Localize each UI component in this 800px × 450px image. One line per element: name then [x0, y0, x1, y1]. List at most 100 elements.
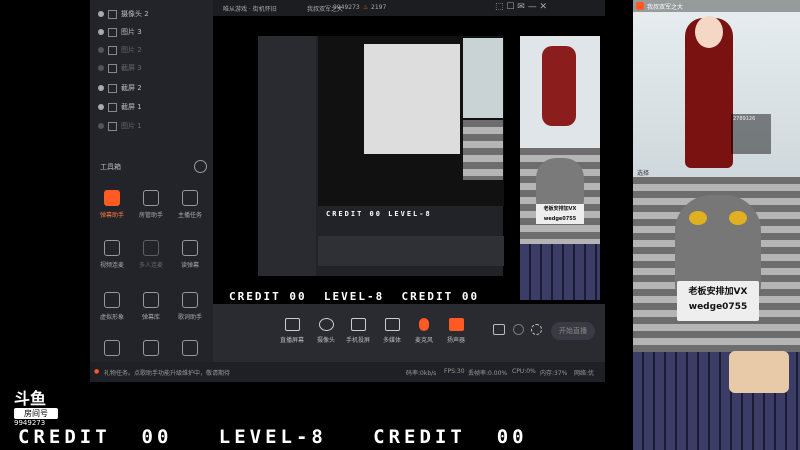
eye-icon[interactable]	[98, 29, 104, 35]
cat-sign-large: 老板安排加VX wedge0755	[677, 281, 759, 321]
microphone-button[interactable]: 麦克风	[407, 318, 441, 344]
game-credit-label: CREDIT	[18, 426, 111, 448]
eye-icon[interactable]	[98, 65, 104, 71]
cat-eye-left	[689, 211, 707, 225]
tv-icon	[143, 292, 159, 308]
camera-icon	[318, 318, 334, 331]
game-credit-label-2: CREDIT	[373, 426, 466, 448]
danmu-icon	[104, 190, 120, 206]
screenshot-icon	[108, 102, 117, 112]
stat-fps: FPS:30	[444, 368, 465, 375]
nested-capture: CREDIT 00 LEVEL-8	[258, 36, 504, 276]
notice-icon: ●	[94, 368, 100, 375]
preview-credit-label: CREDIT	[229, 290, 281, 303]
stat-bitrate: 码率:0kb/s	[406, 370, 437, 377]
cat-webcam: 老板安排加VX wedge0755	[633, 177, 800, 450]
cat-eye-right	[729, 211, 747, 225]
status-notice[interactable]: 礼物任务。点歌助手功能升级维护中，敬请期待	[104, 368, 230, 377]
phone-icon	[350, 318, 366, 331]
preview-keyboard-cam	[520, 244, 600, 300]
layer-item[interactable]: 图片 3	[98, 24, 142, 40]
eye-icon[interactable]	[98, 104, 104, 110]
phone-cast-button[interactable]: 手机投屏	[341, 318, 375, 344]
gear-icon[interactable]	[531, 324, 542, 335]
tool-lyrics[interactable]: 歌词助手	[172, 292, 208, 321]
eye-icon[interactable]	[98, 47, 104, 53]
more-icon[interactable]	[194, 160, 207, 173]
game-credit-value: 00	[141, 426, 173, 448]
sidebar: 摄像头 2 图片 3 图片 2 截屏 3 截屏 2 截屏 1 图片 1 工具箱 …	[90, 0, 213, 382]
nested-anime	[463, 38, 503, 118]
window-controls[interactable]: ⬚ ☐ ✉ — ✕	[495, 2, 547, 12]
layer-item[interactable]: 截屏 1	[98, 99, 142, 115]
tool-extra-1[interactable]	[94, 340, 130, 360]
monitor-icon	[284, 318, 300, 331]
eye-icon[interactable]	[98, 11, 104, 17]
nested-cat	[463, 120, 503, 180]
layer-item[interactable]: 截屏 2	[98, 80, 142, 96]
eye-icon[interactable]	[98, 85, 104, 91]
tool-video-link[interactable]: 视频连麦	[94, 240, 130, 269]
category-label[interactable]: 唯从游戏 · 街机怀旧	[223, 4, 277, 13]
nested-level-label: LEVEL-8	[388, 210, 432, 218]
download-icon	[143, 240, 159, 256]
heat-icon: ♨	[363, 4, 369, 11]
hand-image	[729, 351, 789, 393]
tool-tasks[interactable]: 主播任务	[172, 190, 208, 219]
layer-item[interactable]: 图片 1	[98, 118, 142, 134]
layer-item[interactable]: 摄像头 2	[98, 6, 149, 22]
user-icon	[143, 190, 159, 206]
tool-danmu-assistant[interactable]: 弹幕助手	[94, 190, 130, 219]
stat-memory: 内存:37%	[540, 370, 568, 377]
image-icon	[108, 45, 117, 55]
speaker-button[interactable]: 扬声器	[439, 318, 473, 344]
logo-room-label: 房间号	[14, 408, 58, 419]
media-button[interactable]: 多媒体	[375, 318, 409, 344]
layer-item[interactable]: 图片 2	[98, 42, 142, 58]
nested-bottombar	[318, 236, 504, 266]
tool-room-manager[interactable]: 房管助手	[133, 190, 169, 219]
tool-multi-link[interactable]: 多人连麦	[133, 240, 169, 269]
camera-icon	[108, 9, 117, 19]
sign-line-1: 老板安排加VX	[543, 206, 577, 212]
nested-credit-label: CREDIT	[326, 210, 364, 218]
mic-icon	[419, 318, 429, 331]
tool-avatar[interactable]: 虚拟形象	[94, 292, 130, 321]
preview-level-label: LEVEL-8	[323, 290, 385, 303]
tool-extra-2[interactable]	[133, 340, 169, 360]
stat-network: 网络:优	[574, 370, 595, 377]
cat-sign: 老板安排加VX wedge0755	[536, 204, 584, 224]
preview-anime-cam	[520, 36, 600, 148]
preview-credit-value-2: 00	[461, 290, 480, 303]
speaker-icon	[448, 318, 464, 331]
logo-brand: 斗鱼	[14, 389, 47, 408]
game-credit-value-2: 00	[496, 426, 528, 448]
tool-danmu-lib[interactable]: 弹幕库	[133, 292, 169, 321]
eye-icon[interactable]	[98, 123, 104, 129]
play-icon	[384, 318, 400, 331]
start-live-button[interactable]: 开始直播	[551, 322, 595, 340]
tool-extra-3[interactable]	[172, 340, 208, 360]
top-bar: 唯从游戏 · 街机怀旧 我叔双军之大 9949273 ♨ 2197 ⬚ ☐ ✉ …	[213, 0, 605, 16]
stream-preview[interactable]: CREDIT 00 LEVEL-8 老板安排加VX wedge0755 CREDI…	[213, 16, 605, 304]
nested-preview: CREDIT 00 LEVEL-8	[318, 36, 504, 218]
image-icon	[108, 121, 117, 131]
robot-icon	[182, 340, 198, 356]
anime-stat-box: 2789126	[731, 114, 771, 154]
nested-sidebar	[258, 36, 316, 276]
status-bar: ● 礼物任务。点歌助手功能升级维护中，敬请期待 码率:0kb/s FPS:30 …	[90, 362, 605, 382]
layer-item[interactable]: 截屏 3	[98, 60, 142, 76]
tool-read-danmu[interactable]: 读弹幕	[172, 240, 208, 269]
bottom-control-bar: 直播屏幕 摄像头 手机投屏 多媒体 麦克风 扬声器 开始直播	[213, 304, 605, 362]
screen-capture-button[interactable]: 直播屏幕	[275, 318, 309, 344]
record-icon[interactable]	[493, 324, 505, 335]
toolbox-title: 工具箱	[100, 163, 121, 171]
sign-large-line-2: wedge0755	[688, 302, 748, 312]
screenshot-icon	[108, 83, 117, 93]
avatar-icon	[104, 292, 120, 308]
stat-drop: 丢帧率:0.00%	[468, 370, 508, 377]
camera-button[interactable]: 摄像头	[309, 318, 343, 344]
anime-webcam: 我叔双军之大 2789126 选择	[633, 0, 800, 177]
timer-icon[interactable]	[513, 324, 524, 335]
anime-cam-name: 我叔双军之大	[647, 4, 684, 11]
